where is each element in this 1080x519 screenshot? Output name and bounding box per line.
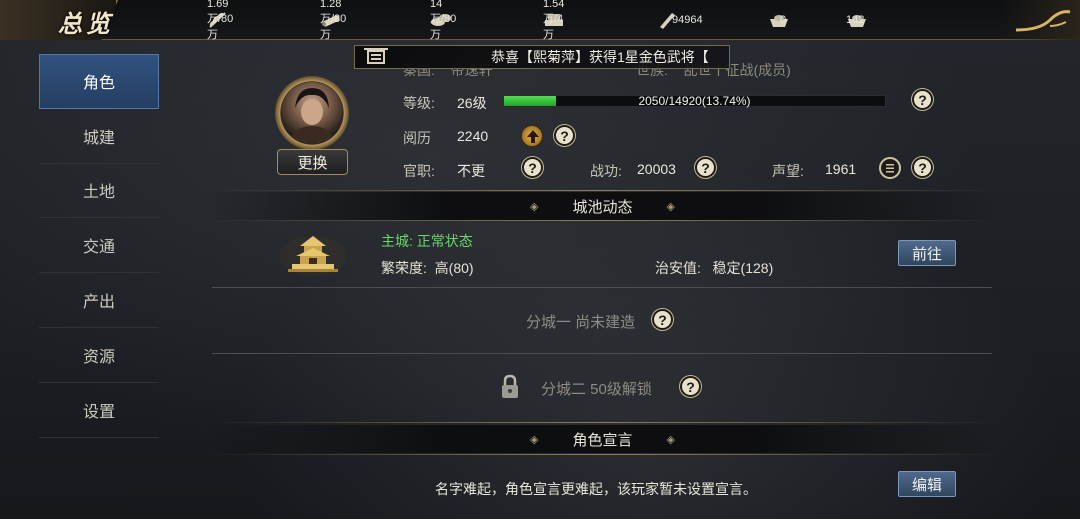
gold-ingot-icon: [770, 15, 788, 27]
resource-stone[interactable]: 14万/80万: [430, 0, 461, 41]
city-status-title: 城池动态: [572, 198, 633, 216]
main-city-status: 主城: 正常状态: [381, 233, 473, 249]
resource-value: 1.28万/80万: [320, 0, 347, 41]
section-divider: [205, 190, 1000, 191]
branch-city-1-text: 分城一 尚未建造: [526, 314, 636, 331]
edit-manifesto-button[interactable]: 编辑: [898, 471, 956, 497]
resource-value: 1.54万/4万: [543, 0, 565, 41]
sidebar-item-role[interactable]: 角色: [39, 54, 159, 109]
broadcast-message: 恭喜【熙菊萍】获得1星金色武将【: [491, 49, 709, 65]
prestige-help-icon[interactable]: ?: [912, 157, 933, 178]
ornament-icon: ◈: [530, 433, 539, 446]
sidebar: 角色 城建 土地 交通 产出 资源 设置: [39, 54, 159, 444]
experience-help-icon[interactable]: ?: [554, 125, 575, 146]
sidebar-item-city-build[interactable]: 城建: [39, 109, 159, 164]
resource-value: 1.69万/80万: [207, 0, 234, 41]
level-label: 等级:: [403, 95, 435, 111]
office-value: 不更: [457, 163, 485, 179]
goto-city-button[interactable]: 前往: [898, 240, 956, 266]
ornament-icon: ◈: [666, 200, 675, 213]
resource-silver[interactable]: 142: [846, 10, 877, 30]
exp-progress-bar: 2050/14920(13.74%): [503, 94, 886, 108]
resource-value: 0: [780, 14, 787, 26]
resource-wood[interactable]: 1.28万/80万: [320, 0, 351, 41]
resource-value: 94964: [672, 14, 703, 26]
level-help-icon[interactable]: ?: [912, 89, 933, 110]
resource-gold[interactable]: 0: [768, 10, 799, 30]
section-divider: [205, 454, 1000, 455]
row-divider: [212, 287, 992, 288]
sidebar-item-land[interactable]: 土地: [39, 164, 159, 219]
experience-value: 2240: [457, 128, 489, 144]
merit-help-icon[interactable]: ?: [695, 157, 716, 178]
palace-icon: [279, 236, 347, 276]
office-help-icon[interactable]: ?: [522, 157, 543, 178]
manifesto-title: 角色宣言: [572, 431, 633, 449]
exp-progress-text: 2050/14920(13.74%): [638, 94, 751, 108]
branch-city-2-help-icon[interactable]: ?: [680, 376, 701, 397]
sidebar-item-settings[interactable]: 设置: [39, 383, 159, 438]
prosperity-text: 繁荣度: 高(80): [381, 260, 474, 276]
back-button[interactable]: [1000, 0, 1080, 40]
resource-value: 142: [846, 14, 865, 26]
change-avatar-button[interactable]: 更换: [277, 149, 348, 175]
page-title: 总览: [58, 9, 114, 38]
branch-city-1-help-icon[interactable]: ?: [652, 309, 673, 330]
city-status-header: ◈ 城池动态 ◈: [205, 192, 1000, 220]
sidebar-item-resources[interactable]: 资源: [39, 328, 159, 383]
resource-grain[interactable]: 1.69万/80万: [207, 0, 238, 41]
resource-bar: 总览 1.69万/80万 1.28万/80万 14万/80万 1.54万/4万 …: [0, 0, 1080, 41]
section-divider: [205, 220, 1000, 221]
section-divider: [205, 422, 1000, 423]
branch-city-2-text: 分城二 50级解锁: [541, 381, 652, 398]
lock-icon: [502, 374, 518, 398]
avatar[interactable]: [281, 82, 343, 144]
sidebar-item-production[interactable]: 产出: [39, 273, 159, 328]
experience-label: 阅历: [403, 130, 431, 146]
upgrade-arrow-icon[interactable]: [521, 125, 543, 147]
portrait-icon: [289, 88, 335, 144]
merit-value: 20003: [637, 161, 676, 177]
manifesto-header: ◈ 角色宣言 ◈: [205, 425, 1000, 453]
back-arrow-icon: [1015, 10, 1071, 32]
broadcast-banner[interactable]: 恭喜【熙菊萍】获得1星金色武将【: [354, 45, 730, 69]
resource-value: 14万/80万: [430, 0, 457, 41]
office-label: 官职:: [403, 163, 435, 179]
resource-iron[interactable]: 1.54万/4万: [543, 0, 574, 41]
announcement-icon: [364, 48, 388, 64]
sidebar-item-traffic[interactable]: 交通: [39, 218, 159, 274]
merit-label: 战功:: [590, 163, 622, 179]
security-text: 治安值: 稳定(128): [655, 260, 774, 276]
prestige-value: 1961: [825, 161, 857, 177]
prestige-label: 声望:: [772, 163, 804, 179]
resource-decree[interactable]: 94964: [656, 10, 703, 30]
prestige-list-icon[interactable]: [879, 157, 901, 179]
ornament-icon: ◈: [530, 200, 539, 213]
level-value: 26级: [457, 95, 487, 111]
row-divider: [212, 353, 992, 354]
manifesto-text: 名字难起，角色宣言更难起，该玩家暂未设置宣言。: [435, 481, 757, 497]
ornament-icon: ◈: [666, 433, 675, 446]
